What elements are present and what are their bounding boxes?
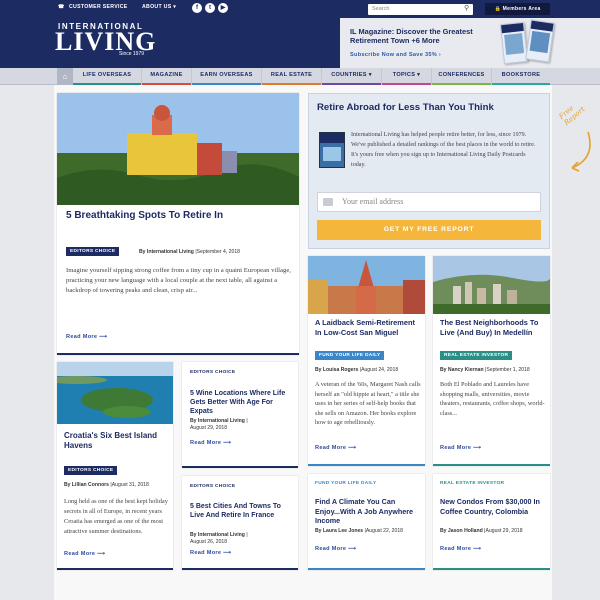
magazine-cover-image xyxy=(525,19,555,63)
editors-choice-label[interactable]: Editors Choice xyxy=(190,370,235,375)
fund-your-life-daily-badge[interactable]: Fund Your Life Daily xyxy=(315,351,385,360)
featured-title[interactable]: 5 Breathtaking Spots To Retire In xyxy=(66,210,291,221)
island-photo xyxy=(57,362,173,424)
medellin-byline: By Nancy Kiernan |September 1, 2018 xyxy=(440,367,530,373)
signup-heading: Retire Abroad for Less Than You Think xyxy=(317,102,494,113)
nav-conferences[interactable]: Conferences xyxy=(432,68,492,85)
cities-read-more-link[interactable]: Read More ⟶ xyxy=(190,550,231,556)
condos-title[interactable]: New Condos From $30,000 In Coffee Countr… xyxy=(440,497,548,516)
wine-article-card[interactable]: Editors Choice 5 Wine Locations Where Li… xyxy=(182,362,298,468)
promo-cta-link[interactable]: Subscribe Now and Save 35% › xyxy=(350,52,441,58)
magazine-promo[interactable]: IL Magazine: Discover the Greatest Retir… xyxy=(340,18,600,68)
croatia-byline: By Lillian Connors |August 31, 2018 xyxy=(64,482,149,488)
san-miguel-article-card[interactable]: A Laidback Semi-Retirement In Low-Cost S… xyxy=(308,256,425,466)
real-estate-investor-label[interactable]: Real Estate Investor xyxy=(440,481,504,486)
members-area-button[interactable]: 🔒 Members Area xyxy=(485,3,550,15)
card-bottom-bar xyxy=(433,568,550,570)
wine-title[interactable]: 5 Wine Locations Where Life Gets Better … xyxy=(190,389,292,416)
card-bottom-bar xyxy=(57,568,173,570)
search-icon[interactable]: ⚲ xyxy=(464,4,469,12)
home-icon[interactable]: ⌂ xyxy=(57,68,73,85)
facebook-icon[interactable]: f xyxy=(192,3,202,13)
featured-excerpt: Imagine yourself sipping strong coffee f… xyxy=(66,267,291,294)
climate-title[interactable]: Find A Climate You Can Enjoy...With A Jo… xyxy=(315,497,423,526)
wine-byline: By International Living | August 29, 2018 xyxy=(190,418,248,431)
card-bottom-bar xyxy=(182,568,298,570)
email-placeholder: Your email address xyxy=(342,197,404,206)
nav-bookstore[interactable]: Bookstore xyxy=(492,68,550,85)
nav-life-overseas[interactable]: Life Overseas xyxy=(73,68,142,85)
medellin-read-more-link[interactable]: Read More ⟶ xyxy=(440,445,481,451)
magazine-cover-image xyxy=(499,21,529,65)
condos-article-card[interactable]: Real Estate Investor New Condos From $30… xyxy=(433,474,550,570)
real-estate-investor-badge[interactable]: Real Estate Investor xyxy=(440,351,513,360)
card-bottom-bar xyxy=(433,464,550,466)
climate-read-more-link[interactable]: Read More ⟶ xyxy=(315,546,356,552)
signup-box: Retire Abroad for Less Than You Think In… xyxy=(308,93,550,249)
email-field[interactable]: Your email address xyxy=(317,192,541,212)
nav-magazine[interactable]: Magazine xyxy=(142,68,192,85)
promo-title: IL Magazine: Discover the Greatest Retir… xyxy=(350,27,473,45)
editors-choice-label[interactable]: Editors Choice xyxy=(190,484,235,489)
top-bar: ☎ Customer Service About Us ▾ f t ▶ Sear… xyxy=(0,0,600,18)
report-cover-image xyxy=(319,132,345,168)
climate-byline: By Laura Lee Jones |August 22, 2018 xyxy=(315,528,403,534)
customer-service-link[interactable]: Customer Service xyxy=(69,4,128,10)
medellin-article-card[interactable]: The Best Neighborhoods To Live (And Buy)… xyxy=(433,256,550,466)
cities-article-card[interactable]: Editors Choice 5 Best Cities And Towns T… xyxy=(182,476,298,570)
featured-byline: By International Living |September 4, 20… xyxy=(139,249,240,255)
card-bottom-bar xyxy=(182,466,298,468)
medellin-photo xyxy=(433,256,550,314)
climate-article-card[interactable]: Fund Your Life Daily Find A Climate You … xyxy=(308,474,425,570)
nav-earn-overseas[interactable]: Earn Overseas xyxy=(192,68,262,85)
featured-article-card[interactable]: 5 Breathtaking Spots To Retire In Editor… xyxy=(57,93,299,355)
san-miguel-read-more-link[interactable]: Read More ⟶ xyxy=(315,445,356,451)
nav-countries[interactable]: Countries ▾ xyxy=(322,68,382,85)
headset-icon: ☎ xyxy=(58,4,65,10)
cities-title[interactable]: 5 Best Cities And Towns To Live And Reti… xyxy=(190,502,292,520)
curved-arrow-icon xyxy=(571,131,591,172)
cities-byline: By International Living | August 26, 2018 xyxy=(190,532,248,545)
croatia-read-more-link[interactable]: Read More ⟶ xyxy=(64,551,105,557)
card-bottom-bar xyxy=(308,568,425,570)
editors-choice-badge[interactable]: Editors Choice xyxy=(64,466,118,475)
croatia-title[interactable]: Croatia's Six Best Island Havens xyxy=(64,431,168,451)
envelope-icon xyxy=(323,198,333,206)
card-bottom-bar xyxy=(308,464,425,466)
san-miguel-title[interactable]: A Laidback Semi-Retirement In Low-Cost S… xyxy=(315,318,421,337)
twitter-icon[interactable]: t xyxy=(205,3,215,13)
signup-text: International Living has helped people r… xyxy=(351,132,536,168)
logo-since: Since 1979 xyxy=(119,51,145,57)
search-input[interactable]: Search xyxy=(368,4,473,15)
fund-your-life-daily-label[interactable]: Fund Your Life Daily xyxy=(315,481,376,486)
croatia-article-card[interactable]: Croatia's Six Best Island Havens Editors… xyxy=(57,362,173,570)
nav-topics[interactable]: Topics ▾ xyxy=(382,68,432,85)
free-report-handwriting: Free Report xyxy=(557,104,587,127)
nav-real-estate[interactable]: Real Estate xyxy=(262,68,322,85)
medellin-title[interactable]: The Best Neighborhoods To Live (And Buy)… xyxy=(440,318,546,337)
medellin-excerpt: Both El Poblado and Laureles have shoppi… xyxy=(440,381,545,417)
san-miguel-excerpt: A veteran of the '60s, Margaret Nash cal… xyxy=(315,381,421,426)
editors-choice-badge[interactable]: Editors Choice xyxy=(66,247,120,256)
condos-byline: By Jason Holland |August 29, 2018 xyxy=(440,528,523,534)
croatia-excerpt: Long held as one of the best kept holida… xyxy=(64,498,168,535)
youtube-icon[interactable]: ▶ xyxy=(218,3,228,13)
card-bottom-bar xyxy=(57,353,299,355)
san-miguel-photo xyxy=(308,256,425,314)
san-miguel-byline: By Louisa Rogers |August 24, 2018 xyxy=(315,367,399,373)
castle-photo xyxy=(57,93,299,205)
condos-read-more-link[interactable]: Read More ⟶ xyxy=(440,546,481,552)
featured-read-more-link[interactable]: Read More ⟶ xyxy=(66,334,107,340)
wine-read-more-link[interactable]: Read More ⟶ xyxy=(190,440,231,446)
get-free-report-button[interactable]: Get My Free Report xyxy=(317,220,541,240)
about-us-link[interactable]: About Us ▾ xyxy=(142,4,176,10)
